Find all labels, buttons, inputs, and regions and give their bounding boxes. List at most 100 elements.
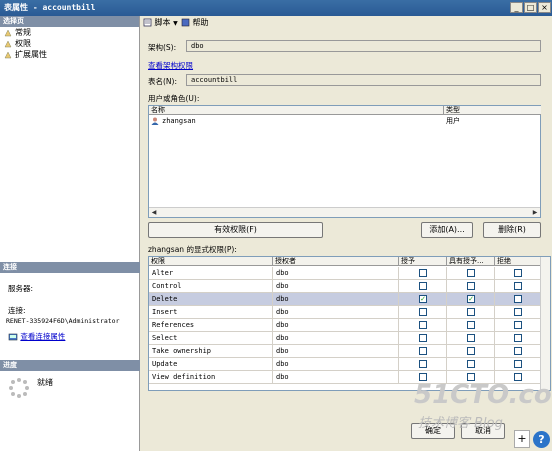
help-book-icon [181, 18, 190, 27]
deny-checkbox[interactable] [514, 295, 522, 303]
grant-checkbox[interactable] [419, 282, 427, 290]
deny-checkbox[interactable] [514, 360, 522, 368]
scroll-left-icon[interactable]: ◀ [150, 209, 158, 217]
permission-name: Insert [149, 306, 273, 318]
permission-row[interactable]: Delete dbo ✓ ✓ [149, 293, 542, 306]
watermark-logo: 51CTO.com 技术博客 Blog [410, 380, 552, 440]
page-item-label: 权限 [15, 39, 31, 48]
connection-header: 连接 [0, 262, 140, 273]
with-grant-checkbox[interactable] [467, 269, 475, 277]
with-grant-checkbox[interactable] [467, 308, 475, 316]
deny-checkbox[interactable] [514, 347, 522, 355]
user-type: 用户 [446, 117, 460, 125]
effective-permissions-button[interactable]: 有效权限(F) [148, 222, 323, 238]
toolbar: 脚本 ▼ 帮助 [141, 16, 552, 30]
permission-grantor: dbo [273, 345, 399, 357]
permission-grantor: dbo [273, 293, 399, 305]
window-title-bar: 表属性 - accountbill _ □ × [0, 0, 552, 16]
deny-checkbox[interactable] [514, 282, 522, 290]
connection-properties-icon [8, 333, 18, 341]
perm-col-grantor[interactable]: 授权者 [273, 257, 399, 266]
connection-value: RENET-335924F6D\Administrator [6, 317, 120, 325]
users-roles-list[interactable]: 名称 类型 zhangsan 用户 ◀ ▶ [148, 105, 541, 218]
user-row[interactable]: zhangsan 用户 [149, 116, 540, 126]
permission-row[interactable]: Select dbo [149, 332, 542, 345]
progress-header: 进度 [0, 360, 140, 371]
permission-row[interactable]: Alter dbo [149, 267, 542, 280]
permission-row[interactable]: Insert dbo [149, 306, 542, 319]
grant-checkbox[interactable] [419, 308, 427, 316]
deny-checkbox[interactable] [514, 269, 522, 277]
permission-row[interactable]: References dbo [149, 319, 542, 332]
script-button[interactable]: 脚本 ▼ [143, 17, 178, 30]
progress-section: 进度 就绪 [0, 360, 140, 411]
permission-grantor: dbo [273, 267, 399, 279]
perm-col-deny[interactable]: 拒绝 [495, 257, 542, 266]
plus-icon[interactable]: + [514, 430, 530, 448]
close-button[interactable]: × [538, 2, 551, 13]
page-icon [4, 50, 12, 58]
permission-name: Alter [149, 267, 273, 279]
with-grant-checkbox[interactable]: ✓ [467, 295, 475, 303]
script-label: 脚本 [154, 18, 171, 27]
page-item-0[interactable]: 常规 [0, 27, 139, 38]
permission-row[interactable]: Update dbo [149, 358, 542, 371]
with-grant-checkbox[interactable] [467, 334, 475, 342]
remove-button[interactable]: 删除(R) [483, 222, 541, 238]
page-item-2[interactable]: 扩展属性 [0, 49, 139, 60]
table-name-label: 表名(N): [148, 77, 177, 86]
permission-grantor: dbo [273, 280, 399, 292]
permission-grantor: dbo [273, 371, 399, 383]
with-grant-checkbox[interactable] [467, 282, 475, 290]
minimize-button[interactable]: _ [510, 2, 523, 13]
schema-field[interactable]: dbo [186, 40, 541, 52]
grant-checkbox[interactable] [419, 334, 427, 342]
permission-row[interactable]: Take ownership dbo [149, 345, 542, 358]
users-col-name[interactable]: 名称 [149, 106, 444, 115]
perm-col-permission[interactable]: 权限 [149, 257, 273, 266]
grant-checkbox[interactable] [419, 347, 427, 355]
with-grant-checkbox[interactable] [467, 321, 475, 329]
deny-checkbox[interactable] [514, 321, 522, 329]
grant-checkbox[interactable]: ✓ [419, 295, 427, 303]
with-grant-checkbox[interactable] [467, 347, 475, 355]
user-icon [151, 117, 159, 125]
watermark-big: 51CTO.com [414, 380, 552, 410]
with-grant-checkbox[interactable] [467, 360, 475, 368]
view-connection-properties-link[interactable]: 查看连接属性 [20, 332, 65, 341]
permissions-grid[interactable]: 权限 授权者 授予 具有授予... 拒绝 Alter dbo Control dbo D… [148, 256, 551, 391]
scroll-right-icon[interactable]: ▶ [531, 209, 539, 217]
progress-status: 就绪 [37, 378, 53, 387]
connection-section: 连接 服务器: 连接: RENET-335924F6D\Administrato… [0, 262, 140, 346]
table-name-field[interactable]: accountbill [186, 74, 541, 86]
users-horizontal-scrollbar[interactable]: ◀ ▶ [149, 207, 540, 217]
deny-checkbox[interactable] [514, 334, 522, 342]
server-label: 服务器: [8, 284, 34, 293]
permission-row[interactable]: Control dbo [149, 280, 542, 293]
window-title: 表属性 - accountbill [4, 3, 96, 12]
page-list: 常规 权限 扩展属性 [0, 27, 139, 60]
grant-checkbox[interactable] [419, 321, 427, 329]
permissions-vertical-scrollbar[interactable] [540, 257, 550, 390]
chevron-down-icon[interactable]: ▼ [173, 20, 178, 27]
help-icon[interactable]: ? [533, 431, 550, 448]
schema-label: 架构(S): [148, 43, 177, 52]
users-col-type[interactable]: 类型 [444, 106, 541, 115]
script-icon [143, 18, 152, 27]
help-button[interactable]: 帮助 [181, 17, 209, 29]
grant-checkbox[interactable] [419, 269, 427, 277]
permission-grantor: dbo [273, 332, 399, 344]
view-schema-permissions-link[interactable]: 查看架构权限 [148, 60, 193, 71]
permission-grantor: dbo [273, 358, 399, 370]
add-button[interactable]: 添加(A)... [421, 222, 473, 238]
perm-col-grant[interactable]: 授予 [399, 257, 447, 266]
explicit-permissions-label: zhangsan 的显式权限(P): [148, 245, 237, 254]
grant-checkbox[interactable] [419, 360, 427, 368]
perm-col-with-grant[interactable]: 具有授予... [447, 257, 495, 266]
page-item-1[interactable]: 权限 [0, 38, 139, 49]
permission-name: Take ownership [149, 345, 273, 357]
maximize-button[interactable]: □ [524, 2, 537, 13]
permission-name: Control [149, 280, 273, 292]
permission-name: References [149, 319, 273, 331]
deny-checkbox[interactable] [514, 308, 522, 316]
